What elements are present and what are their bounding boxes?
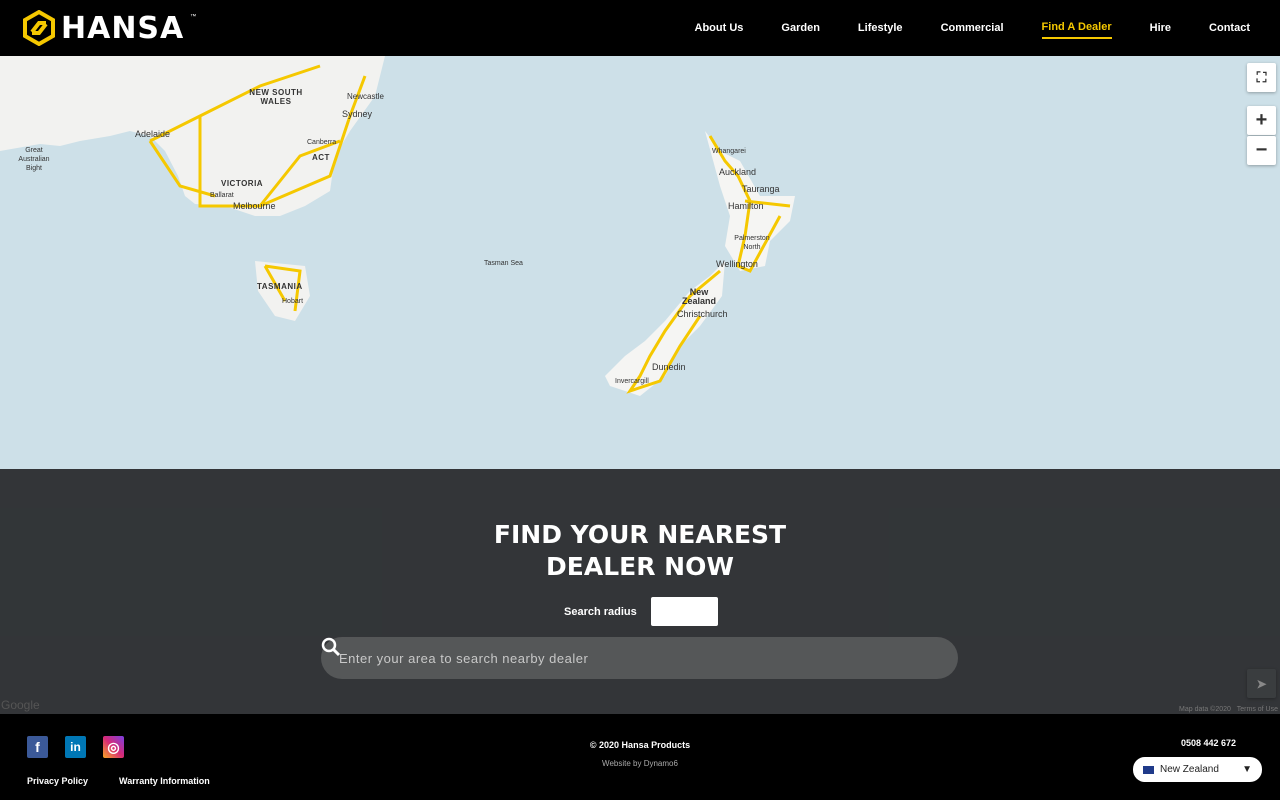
nav-commercial[interactable]: Commercial — [941, 18, 1004, 38]
label-christchurch: Christchurch — [677, 309, 728, 319]
label-tasmania: TASMANIA — [257, 282, 303, 291]
zoom-out-button[interactable]: − — [1247, 136, 1276, 165]
location-arrow-icon: ➤ — [1256, 676, 1267, 691]
phone-number[interactable]: 0508 442 672 — [1181, 738, 1236, 748]
label-whangarei: Whangarei — [712, 148, 746, 155]
copyright: © 2020 Hansa Products — [589, 740, 691, 750]
privacy-policy-link[interactable]: Privacy Policy — [27, 776, 88, 786]
nav-hire[interactable]: Hire — [1150, 18, 1171, 38]
terms-link[interactable]: Terms of Use — [1237, 706, 1278, 713]
radius-value: 50 km — [659, 605, 691, 618]
main-nav: About Us Garden Lifestyle Commercial Fin… — [695, 0, 1250, 56]
label-wellington: Wellington — [716, 259, 758, 269]
google-logo: Google — [1, 698, 40, 712]
area-search-input[interactable] — [339, 650, 859, 666]
label-dunedin: Dunedin — [652, 362, 686, 372]
map-data: Map data ©2020 — [1179, 706, 1231, 713]
label-victoria: VICTORIA — [221, 179, 264, 188]
site-footer: f in ◎ Privacy Policy Warranty Informati… — [0, 714, 1280, 800]
search-bar — [321, 637, 958, 679]
label-bight: Great Australian Bight — [18, 147, 50, 172]
dealer-map[interactable]: NEW SOUTH WALES Newcastle Sydney Adelaid… — [0, 56, 1280, 714]
trademark: ™ — [190, 14, 197, 20]
label-ballarat: Ballarat — [210, 192, 234, 199]
website-credit[interactable]: Website by Dynamo6 — [0, 759, 1280, 768]
footer-links: Privacy Policy Warranty Information — [27, 776, 210, 786]
label-act: ACT — [312, 153, 330, 162]
label-newcastle: Newcastle — [347, 92, 384, 101]
nz-flag-icon — [1143, 765, 1154, 774]
hansa-hexagon-icon — [23, 10, 55, 46]
fullscreen-button[interactable]: ⛶ — [1247, 63, 1276, 92]
nav-garden[interactable]: Garden — [781, 18, 820, 38]
label-adelaide: Adelaide — [135, 129, 171, 139]
country-value: New Zealand — [1160, 764, 1219, 775]
label-hamilton: Hamilton — [728, 201, 764, 211]
label-sydney: Sydney — [342, 109, 373, 119]
label-melbourne: Melbourne — [233, 201, 276, 211]
finder-title: FIND YOUR NEAREST DEALER NOW — [0, 519, 1280, 583]
search-icon[interactable] — [321, 637, 341, 657]
fullscreen-icon: ⛶ — [1256, 69, 1267, 85]
title-line-1: FIND YOUR NEAREST — [493, 520, 787, 549]
dealer-finder-panel: FIND YOUR NEAREST DEALER NOW Search radi… — [0, 469, 1280, 714]
radius-label: Search radius — [564, 605, 637, 618]
label-hobart: Hobart — [282, 298, 304, 305]
radius-select[interactable]: 50 km ▼ — [650, 597, 718, 626]
nav-find-a-dealer[interactable]: Find A Dealer — [1041, 17, 1112, 39]
caret-down-icon: ▼ — [697, 605, 709, 618]
zoom-in-button[interactable]: + — [1247, 106, 1276, 135]
warranty-information-link[interactable]: Warranty Information — [119, 776, 210, 786]
label-nsw: NEW SOUTH WALES — [249, 88, 303, 106]
label-canberra: Canberra — [307, 139, 337, 146]
label-invercargill: Invercargill — [615, 378, 649, 385]
label-auckland: Auckland — [719, 167, 757, 177]
map-attribution: Map data ©2020 Terms of Use — [1179, 706, 1278, 713]
label-tauranga: Tauranga — [742, 184, 780, 194]
hansa-logo[interactable]: HANSA ™ — [23, 10, 196, 46]
label-palmerston-north: Palmerston North — [734, 235, 770, 251]
site-header: HANSA ™ About Us Garden Lifestyle Commer… — [0, 0, 1280, 56]
label-new-zealand: New Zealand — [681, 287, 716, 306]
brand-name: HANSA — [61, 10, 185, 46]
nav-contact[interactable]: Contact — [1209, 18, 1250, 38]
nav-lifestyle[interactable]: Lifestyle — [858, 18, 903, 38]
country-select[interactable]: New Zealand ▼ — [1133, 757, 1262, 782]
label-tasman-sea: Tasman Sea — [484, 260, 523, 267]
search-radius: Search radius 50 km ▼ — [564, 597, 718, 626]
my-location-button[interactable]: ➤ — [1247, 669, 1276, 698]
title-line-2: DEALER NOW — [546, 552, 734, 581]
caret-down-icon: ▼ — [1242, 764, 1252, 775]
nav-about-us[interactable]: About Us — [695, 18, 744, 38]
